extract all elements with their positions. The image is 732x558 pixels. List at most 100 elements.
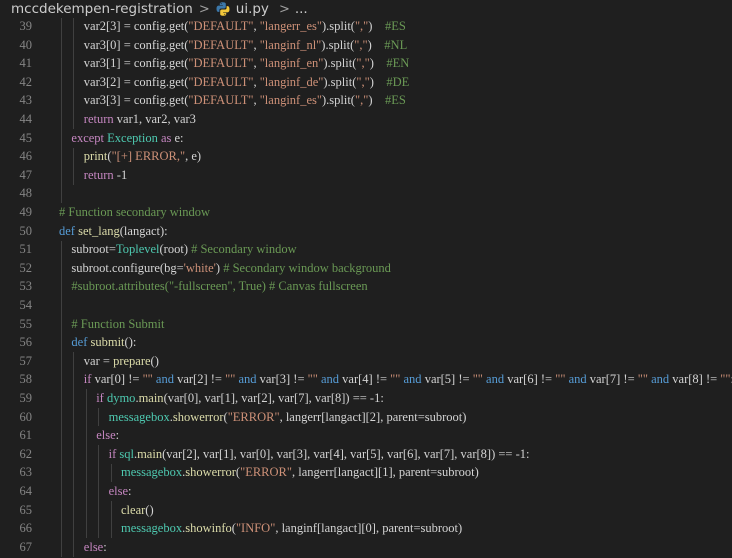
code-token: "" (307, 372, 318, 387)
code-token: "" (720, 372, 731, 387)
line-number: 51 (19, 242, 33, 257)
code-line[interactable]: 60 messagebox.showerror("ERROR", langerr[… (0, 408, 732, 427)
code-token: messagebox (121, 465, 183, 480)
line-number: 44 (19, 112, 33, 127)
code-line[interactable]: 59 if dymo.main(var[0], var[1], var[2], v… (0, 389, 732, 408)
code-line[interactable]: 67 else: (0, 538, 732, 557)
code-text: var3[0] = config.get("DEFAULT", "langinf… (84, 38, 407, 53)
code-token: : (115, 428, 120, 443)
code-line[interactable]: 58 if var[0] != "" and var[2] != "" and v… (0, 371, 732, 390)
code-token: #NL (384, 37, 408, 52)
code-token: "INFO" (235, 521, 276, 536)
code-token: return (83, 112, 114, 127)
code-line[interactable]: 64 else: (0, 482, 732, 501)
code-text: # Function secondary window (59, 205, 210, 220)
code-line[interactable]: 61 else: (0, 427, 732, 446)
code-editor[interactable]: 38var2[2] = config.get("DEFAULT", "lange… (0, 0, 732, 558)
code-token: "DEFAULT" (188, 56, 254, 71)
code-token: #ES (384, 19, 406, 34)
code-line[interactable]: 51 subroot=Toplevel(root) # Secondary win… (0, 241, 732, 260)
code-token: (var[2], var[1], var[0], var[3], var[4],… (162, 446, 530, 461)
code-token: () (145, 502, 154, 517)
code-token: "," (354, 19, 369, 34)
code-token: "" (225, 372, 236, 387)
code-line[interactable]: 53 #subroot.attributes("-fullscreen", Tru… (0, 278, 732, 297)
code-token: # Secondary window (191, 242, 297, 257)
code-line[interactable]: 52 subroot.configure(bg='white') # Second… (0, 259, 732, 278)
code-token: main (138, 391, 164, 406)
code-token: ) (367, 37, 385, 52)
code-line[interactable]: 40 var3[0] = config.get("DEFAULT", "langi… (0, 36, 732, 55)
code-text: messagebox.showerror("ERROR", langerr[la… (121, 465, 479, 480)
breadcrumb-folder[interactable]: mccdekempen-registration (11, 1, 193, 17)
line-number: 56 (19, 335, 33, 350)
code-token: "," (356, 74, 370, 89)
code-line[interactable]: 45 except Exception as e: (0, 129, 732, 148)
line-number: 66 (19, 521, 33, 536)
indent-guide (73, 147, 75, 185)
code-text: if sql.main(var[2], var[1], var[0], var[… (109, 447, 530, 462)
code-token: , e) (185, 149, 202, 164)
line-number: 67 (19, 539, 33, 554)
code-text: else: (84, 540, 107, 555)
line-number: 40 (19, 37, 33, 52)
code-line[interactable]: 56 def submit(): (0, 334, 732, 353)
indent-guide (98, 445, 100, 539)
code-line[interactable]: 46 print("[+] ERROR,", e) (0, 148, 732, 167)
code-token: "DEFAULT" (188, 19, 254, 34)
code-token: 'white' (183, 260, 216, 275)
code-token: "langinf_de" (259, 74, 324, 89)
code-text: else: (96, 428, 119, 443)
code-token: prepare (113, 353, 151, 368)
code-text: #subroot.attributes("-fullscreen", True)… (71, 279, 367, 294)
code-line[interactable]: 41 var3[1] = config.get("DEFAULT", "langi… (0, 55, 732, 74)
code-token: "," (354, 37, 368, 52)
code-token: ) (369, 56, 387, 71)
line-number: 46 (19, 149, 33, 164)
code-line[interactable]: 49 # Function secondary window (0, 203, 732, 222)
code-line[interactable]: 54 (0, 296, 732, 315)
code-token: var[5] != (421, 372, 473, 387)
code-line[interactable]: 39 var2[3] = config.get("DEFAULT", "lange… (0, 17, 732, 36)
code-token: var2[3] = config.get( (83, 19, 189, 34)
code-token: e: (171, 130, 184, 145)
line-number: 45 (19, 130, 33, 145)
code-token: ).split( (321, 37, 355, 52)
code-line[interactable]: 62 if sql.main(var[2], var[1], var[0], va… (0, 445, 732, 464)
code-line[interactable]: 47 return -1 (0, 166, 732, 185)
code-token: and (651, 372, 670, 387)
code-token: ).split( (321, 93, 355, 108)
code-line[interactable]: 57 var = prepare() (0, 352, 732, 371)
code-token: ) (368, 93, 385, 108)
line-number: 57 (19, 353, 33, 368)
code-token: messagebox (121, 521, 183, 536)
line-number: 63 (19, 465, 33, 480)
code-token: "langinf_nl" (259, 37, 322, 52)
code-line[interactable]: 43 var3[3] = config.get("DEFAULT", "langi… (0, 92, 732, 111)
code-line[interactable]: 42 var3[2] = config.get("DEFAULT", "langi… (0, 73, 732, 92)
code-token: #ES (384, 93, 406, 108)
code-token: subroot.configure(bg= (71, 260, 184, 275)
code-token: var = (83, 353, 114, 368)
line-number: 61 (19, 428, 33, 443)
code-line[interactable]: 50 def set_lang(langact): (0, 222, 732, 241)
code-token: var[6] != (504, 372, 556, 387)
code-text: messagebox.showerror("ERROR", langerr[la… (109, 410, 467, 425)
code-token: "" (142, 372, 153, 387)
code-token: and (568, 372, 587, 387)
breadcrumb-file[interactable]: ui.py (236, 1, 269, 17)
code-token: "langinf_en" (259, 56, 324, 71)
indent-guide (110, 463, 112, 483)
code-line[interactable]: 55 # Function Submit (0, 315, 732, 334)
code-token: var3[2] = config.get( (83, 74, 189, 89)
code-token: var[3] != (256, 372, 308, 387)
code-token: as (160, 130, 172, 145)
code-token: var[7] != (586, 372, 638, 387)
code-line[interactable]: 48 (0, 185, 732, 204)
code-text: return var1, var2, var3 (84, 112, 196, 127)
code-token: "" (637, 372, 648, 387)
code-line[interactable]: 44 return var1, var2, var3 (0, 110, 732, 129)
code-token: ).split( (323, 56, 357, 71)
indent-guide (110, 500, 112, 539)
breadcrumb-symbol[interactable]: ... (295, 1, 308, 17)
